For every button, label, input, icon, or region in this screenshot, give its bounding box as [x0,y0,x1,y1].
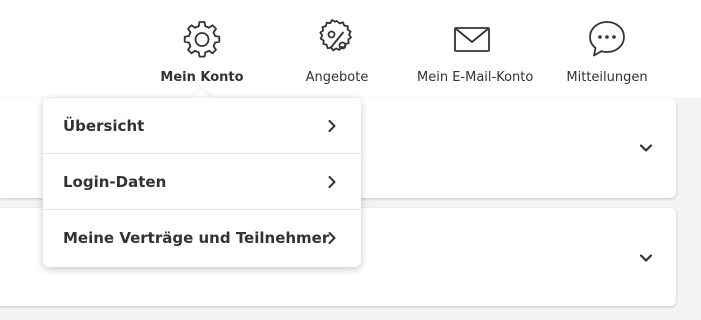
chevron-right-icon [328,232,336,244]
nav-item-angebote[interactable]: Angebote [282,18,392,90]
percent-badge-icon [319,19,352,52]
menu-item-meine-vertraege-und-teilnehmer[interactable]: Meine Verträge und Teilnehmer [43,210,361,265]
nav-label-mitteilungen: Mitteilungen [566,70,648,85]
envelope-icon [454,27,490,52]
nav-item-mein-e-mail-konto[interactable]: Mein E-Mail-Konto [417,18,534,90]
nav-item-mitteilungen[interactable]: Mitteilungen [552,18,662,90]
nav-label-mein-konto: Mein Konto [160,70,244,85]
mein-konto-dropdown-menu: Übersicht Login-Daten Meine Verträge und… [43,98,361,267]
gear-icon [183,21,221,58]
menu-item-label: Login-Daten [63,173,167,191]
top-navigation-bar: Mein Konto Angebote Mein E-Mail-Konto Mi… [0,0,701,98]
nav-label-mein-e-mail-konto: Mein E-Mail-Konto [417,70,534,85]
chevron-down-icon [639,254,653,262]
chevron-right-icon [328,176,336,188]
nav-item-mein-konto[interactable]: Mein Konto [147,18,257,90]
menu-item-uebersicht[interactable]: Übersicht [43,98,361,153]
menu-item-login-daten[interactable]: Login-Daten [43,154,361,209]
chevron-down-icon [639,144,653,152]
chat-bubble-icon [589,21,625,57]
chevron-right-icon [328,120,336,132]
menu-item-label: Übersicht [63,117,145,135]
menu-item-label: Meine Verträge und Teilnehmer [63,229,330,247]
nav-label-angebote: Angebote [305,70,369,85]
